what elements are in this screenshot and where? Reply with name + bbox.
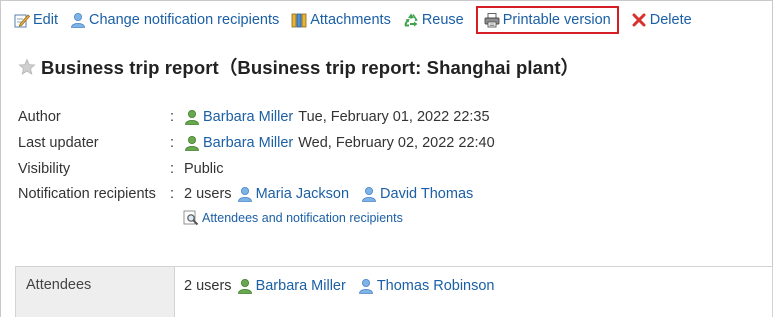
printer-icon [484, 12, 500, 28]
recipients-colon: : [170, 186, 175, 202]
recipient-user-link[interactable]: David Thomas [361, 186, 473, 202]
delete-x-icon [631, 12, 647, 28]
magnifier-icon [183, 210, 199, 226]
recipients-row: Notification recipients : 2 users Maria … [18, 184, 473, 204]
delete-label: Delete [649, 12, 692, 28]
author-colon: : [170, 109, 175, 125]
attendees-header: Attendees [16, 267, 175, 317]
attendee-user-link[interactable]: Thomas Robinson [358, 278, 495, 294]
last-updater-colon: : [170, 135, 175, 151]
visibility-value: Public [184, 161, 224, 177]
attendees-and-recipients-link[interactable]: Attendees and notification recipients [183, 210, 403, 226]
attendees-count: 2 users [184, 278, 232, 294]
last-updater-row: Last updater : Barbara Miller Wed, Febru… [18, 133, 495, 153]
attendee-user-link[interactable]: Barbara Miller [237, 278, 346, 294]
attachments-label: Attachments [310, 12, 391, 28]
person-icon [70, 12, 86, 28]
last-updater-label: Last updater [18, 135, 99, 151]
edit-icon [14, 12, 31, 28]
details-table: Attendees 2 users Barbara Miller Thomas … [15, 266, 773, 317]
last-updater-user-link[interactable]: Barbara Miller [184, 135, 293, 151]
reuse-label: Reuse [421, 12, 464, 28]
edit-button[interactable]: Edit [14, 12, 58, 28]
last-updater-date: Wed, February 02, 2022 22:40 [298, 135, 495, 151]
user-icon [237, 278, 253, 294]
toolbar: Edit Change notification recipients Atta… [14, 6, 692, 34]
user-icon [184, 135, 200, 151]
recycle-icon [403, 12, 419, 28]
delete-button[interactable]: Delete [631, 12, 692, 28]
user-icon [361, 186, 377, 202]
recipient-user-link[interactable]: Maria Jackson [237, 186, 349, 202]
attendee-user-name: Barbara Miller [255, 278, 346, 294]
user-icon [184, 109, 200, 125]
attendee-user-name: Thomas Robinson [376, 278, 495, 294]
last-updater-user-name: Barbara Miller [203, 135, 294, 151]
reuse-button[interactable]: Reuse [403, 12, 464, 28]
user-icon [237, 186, 253, 202]
author-user-name: Barbara Miller [203, 109, 294, 125]
recipients-label: Notification recipients [18, 186, 156, 202]
recipient-user-name: David Thomas [380, 186, 474, 202]
printable-version-label: Printable version [502, 12, 611, 28]
books-icon [291, 12, 307, 28]
visibility-row: Visibility : Public [18, 159, 224, 179]
star-icon[interactable] [18, 58, 36, 76]
edit-label: Edit [33, 12, 58, 28]
recipient-user-name: Maria Jackson [255, 186, 350, 202]
author-user-link[interactable]: Barbara Miller [184, 109, 293, 125]
user-icon [358, 278, 374, 294]
author-label: Author [18, 109, 61, 125]
attachments-button[interactable]: Attachments [291, 12, 391, 28]
visibility-colon: : [170, 161, 175, 177]
attendees-cell: 2 users Barbara Miller Thomas Robinson [184, 278, 494, 294]
title-row: Business trip report（Business trip repor… [18, 54, 579, 80]
printable-version-button[interactable]: Printable version [475, 6, 619, 34]
recipients-count: 2 users [184, 186, 232, 202]
page-title: Business trip report（Business trip repor… [41, 57, 580, 78]
attendees-and-recipients-label: Attendees and notification recipients [202, 211, 403, 225]
author-date: Tue, February 01, 2022 22:35 [298, 109, 490, 125]
change-recipients-button[interactable]: Change notification recipients [70, 12, 279, 28]
change-recipients-label: Change notification recipients [89, 12, 280, 28]
author-row: Author : Barbara Miller Tue, February 01… [18, 107, 490, 127]
visibility-label: Visibility [18, 161, 71, 177]
